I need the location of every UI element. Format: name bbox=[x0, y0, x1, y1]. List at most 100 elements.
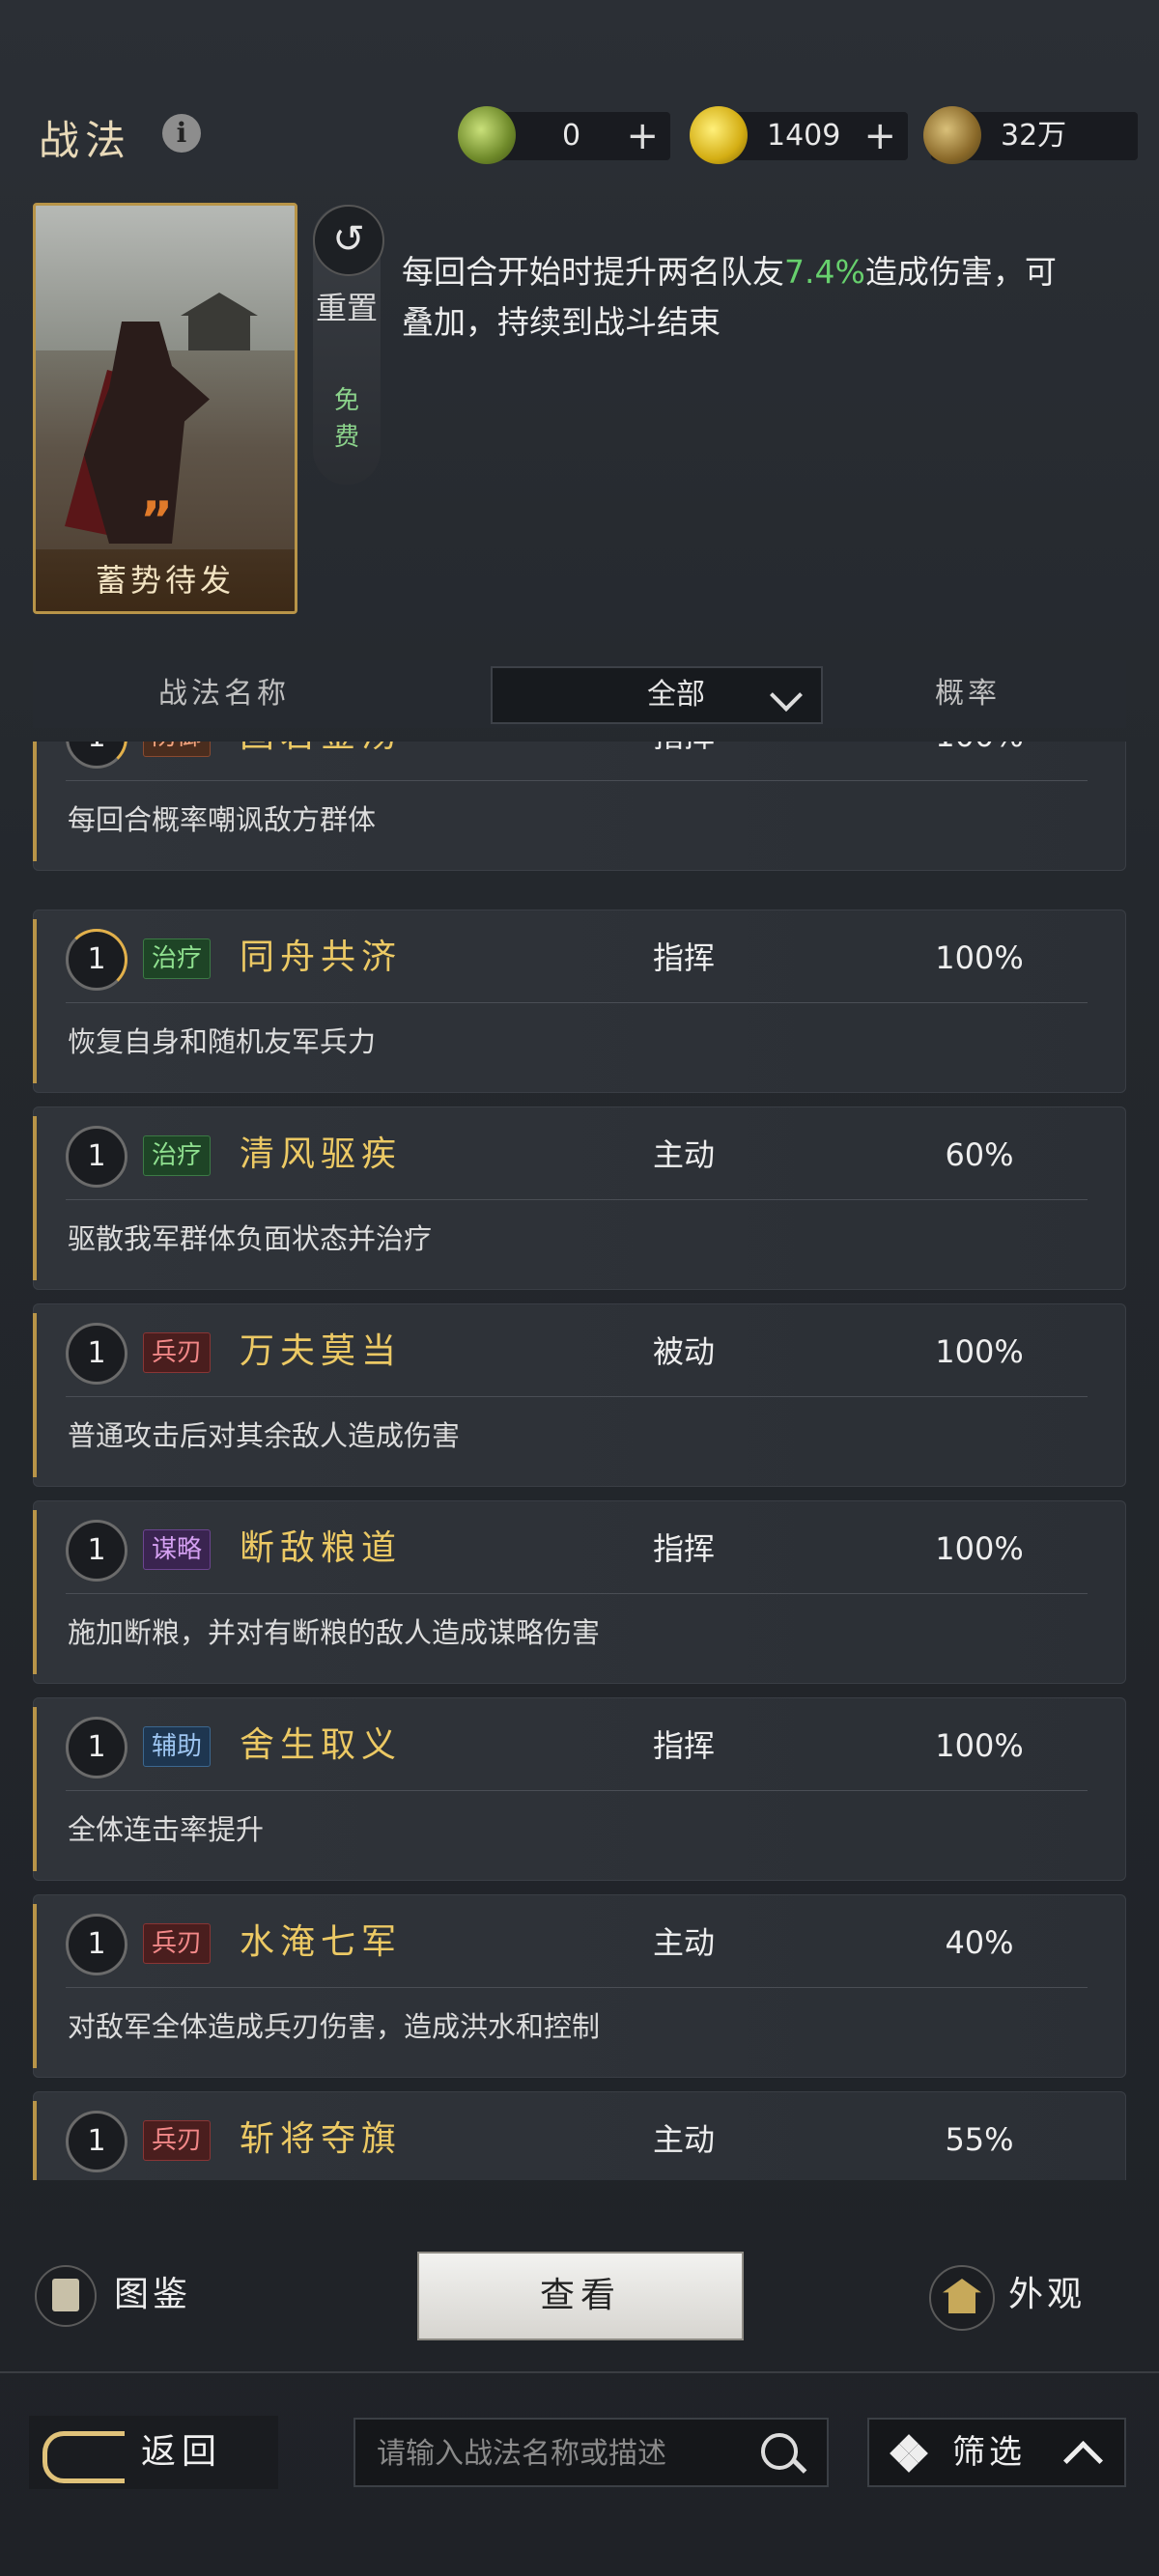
page-title: 战法 bbox=[39, 117, 132, 164]
highlight-value: 7.4% bbox=[784, 253, 865, 291]
skill-level: 1 bbox=[66, 1520, 127, 1582]
skill-row[interactable]: 1 治疗 清风驱疾 主动 60% 驱散我军群体负面状态并治疗 bbox=[33, 1106, 1126, 1290]
skill-row[interactable]: 1 治疗 同舟共济 指挥 100% 恢复自身和随机友军兵力 bbox=[33, 910, 1126, 1093]
search-icon[interactable] bbox=[761, 2433, 798, 2470]
skill-name: 舍生取义 bbox=[240, 1725, 403, 1765]
skill-level: 1 bbox=[66, 742, 127, 769]
skill-row[interactable]: 1 辅助 舍生取义 指挥 100% 全体连击率提升 bbox=[33, 1697, 1126, 1881]
free-label: 免费 bbox=[333, 386, 359, 452]
skill-desc: 普通攻击后对其余敌人造成伤害 bbox=[68, 1419, 461, 1452]
skill-tag: 兵刃 bbox=[143, 1923, 212, 1964]
skill-name: 清风驱疾 bbox=[240, 1134, 403, 1174]
filter-button[interactable]: 筛选 bbox=[867, 2418, 1126, 2487]
skill-tag: 治疗 bbox=[143, 1135, 212, 1176]
table-header: 战法名称 全部 概率 bbox=[33, 660, 1126, 728]
skill-tag: 谋略 bbox=[143, 1529, 212, 1570]
skill-desc: 恢复自身和随机友军兵力 bbox=[68, 1025, 377, 1058]
column-rate-header: 概率 bbox=[935, 677, 1001, 711]
codex-button-label[interactable]: 图鉴 bbox=[114, 2271, 191, 2319]
gold-coin-icon bbox=[690, 106, 748, 164]
skill-rate: 40% bbox=[945, 1924, 1014, 1961]
diamond-grid-icon bbox=[890, 2434, 928, 2473]
chevron-up-icon bbox=[1062, 2440, 1104, 2481]
jade-add-button[interactable]: + bbox=[626, 112, 659, 160]
skill-type: 指挥 bbox=[652, 1727, 715, 1764]
skill-tag: 辅助 bbox=[143, 1726, 212, 1767]
jade-amount: 0 bbox=[562, 119, 581, 153]
skill-list[interactable]: 1 防御 固若金汤 指挥 100% 每回合概率嘲讽敌方群体 1 治疗 同舟共济 … bbox=[33, 742, 1126, 2180]
skill-desc: 施加断粮，并对有断粮的敌人造成谋略伤害 bbox=[68, 1616, 601, 1649]
skill-desc: 每回合概率嘲讽敌方群体 bbox=[68, 803, 377, 836]
copper-coin-icon bbox=[923, 106, 981, 164]
skill-row[interactable]: 1 防御 固若金汤 指挥 100% 每回合概率嘲讽敌方群体 bbox=[33, 742, 1126, 871]
copper-currency: 32万 bbox=[923, 106, 1138, 164]
skill-desc: 对敌军全体造成兵刃伤害，造成洪水和控制 bbox=[68, 2010, 601, 2043]
skill-type: 主动 bbox=[652, 1924, 715, 1961]
skill-name: 断敌粮道 bbox=[240, 1528, 403, 1568]
skill-desc: 驱散我军群体负面状态并治疗 bbox=[68, 1222, 433, 1255]
view-button[interactable]: 查看 bbox=[417, 2252, 744, 2340]
skill-level: 1 bbox=[66, 2111, 127, 2172]
skill-type: 被动 bbox=[652, 1333, 715, 1370]
copper-amount: 32万 bbox=[1001, 119, 1067, 153]
skill-row[interactable]: 1 谋略 断敌粮道 指挥 100% 施加断粮，并对有断粮的敌人造成谋略伤害 bbox=[33, 1500, 1126, 1684]
skill-tag: 兵刃 bbox=[143, 2120, 212, 2161]
divider bbox=[0, 2371, 1159, 2373]
skill-rate: 100% bbox=[935, 1727, 1024, 1764]
skill-card-name: 蓄势待发 bbox=[36, 549, 295, 611]
book-icon[interactable] bbox=[35, 2265, 97, 2327]
skill-tag: 兵刃 bbox=[143, 1332, 212, 1373]
gold-add-button[interactable]: + bbox=[863, 112, 896, 160]
skill-rate: 100% bbox=[935, 1530, 1024, 1567]
skill-tag: 治疗 bbox=[143, 938, 212, 979]
gold-currency: 1409 + bbox=[690, 106, 908, 164]
skill-level: 1 bbox=[66, 1914, 127, 1975]
skill-rate: 100% bbox=[935, 1333, 1024, 1370]
search-input[interactable] bbox=[375, 2420, 746, 2487]
skill-rate: 60% bbox=[945, 1136, 1014, 1173]
info-icon[interactable]: i bbox=[162, 114, 201, 153]
skill-name: 固若金汤 bbox=[240, 742, 402, 763]
skill-type: 指挥 bbox=[616, 742, 751, 763]
skill-type: 主动 bbox=[652, 1136, 715, 1173]
skill-tag: 防御 bbox=[143, 742, 212, 757]
skill-desc: 全体连击率提升 bbox=[68, 1813, 265, 1846]
pavilion-icon[interactable] bbox=[929, 2265, 995, 2331]
reset-icon[interactable]: ↺ bbox=[313, 205, 384, 276]
skill-name: 同舟共济 bbox=[240, 938, 403, 977]
skill-name: 水淹七军 bbox=[240, 1922, 403, 1962]
skill-level: 1 bbox=[66, 1323, 127, 1385]
back-button[interactable]: 返回 bbox=[29, 2416, 278, 2489]
reset-panel[interactable]: ↺ 重置 免费 bbox=[313, 205, 384, 485]
skill-name: 斩将夺旗 bbox=[240, 2119, 403, 2159]
skill-row[interactable]: 1 兵刃 万夫莫当 被动 100% 普通攻击后对其余敌人造成伤害 bbox=[33, 1303, 1126, 1487]
skill-level: 1 bbox=[66, 1717, 127, 1778]
skill-type: 指挥 bbox=[652, 1530, 715, 1567]
jade-currency: 0 + bbox=[458, 106, 670, 164]
skill-row[interactable]: 1 兵刃 斩将夺旗 主动 55% bbox=[33, 2091, 1126, 2180]
skill-rate: 100% bbox=[883, 742, 1076, 763]
filter-label: 筛选 bbox=[952, 2433, 1026, 2472]
reset-label: 重置 bbox=[315, 290, 378, 326]
category-filter-value: 全部 bbox=[647, 678, 705, 712]
search-box[interactable] bbox=[353, 2418, 829, 2487]
category-filter-dropdown[interactable]: 全部 bbox=[491, 666, 823, 724]
skill-description: 每回合开始时提升两名队友7.4%造成伤害，可叠加，持续到战斗结束 bbox=[402, 253, 1057, 341]
gold-amount: 1409 bbox=[767, 119, 841, 153]
skill-level: 1 bbox=[66, 1126, 127, 1188]
chevron-down-icon bbox=[770, 679, 803, 712]
appearance-button-label[interactable]: 外观 bbox=[1008, 2271, 1086, 2319]
back-label: 返回 bbox=[141, 2432, 223, 2472]
skill-card[interactable]: ” 蓄势待发 bbox=[33, 203, 297, 614]
skill-row[interactable]: 1 兵刃 水淹七军 主动 40% 对敌军全体造成兵刃伤害，造成洪水和控制 bbox=[33, 1894, 1126, 2078]
jade-coin-icon bbox=[458, 106, 516, 164]
quote-mark-icon: ” bbox=[140, 491, 174, 549]
column-name-header: 战法名称 bbox=[158, 677, 290, 711]
skill-name: 万夫莫当 bbox=[240, 1331, 403, 1371]
skill-rate: 100% bbox=[935, 939, 1024, 976]
skill-type: 主动 bbox=[652, 2121, 715, 2158]
back-arrow-icon bbox=[42, 2431, 125, 2483]
skill-type: 指挥 bbox=[652, 939, 715, 976]
skill-level: 1 bbox=[66, 929, 127, 991]
skill-rate: 55% bbox=[945, 2121, 1014, 2158]
